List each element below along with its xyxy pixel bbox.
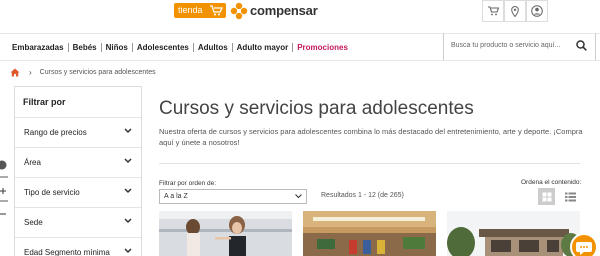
home-icon[interactable] [10, 68, 20, 77]
chevron-down-icon [124, 128, 132, 134]
search-placeholder: Busca tu producto o servicio aquí... [451, 42, 561, 49]
filter-sidebar: Filtrar por Rango de precios Área Tipo d… [14, 86, 142, 256]
grid-view-button[interactable] [538, 188, 555, 205]
list-view-button[interactable] [562, 188, 579, 205]
chat-button[interactable] [570, 233, 598, 256]
page-title: Cursos y servicios para adolescentes [159, 98, 474, 119]
filter-edad-segmento-minima[interactable]: Edad Segmento mínima [15, 237, 141, 256]
filter-label: Edad Segmento mínima [24, 248, 110, 256]
chevron-down-icon [124, 188, 132, 194]
compensar-logo-icon [230, 2, 248, 20]
results-count: Resultados 1 - 12 (de 265) [321, 192, 404, 199]
sort-label: Filtrar por orden de: [159, 180, 217, 187]
divider [159, 163, 580, 164]
list-icon [565, 192, 576, 201]
nav-item-adultos[interactable]: Adultos [194, 43, 233, 52]
filter-label: Tipo de servicio [24, 188, 80, 197]
chat-icon [576, 242, 592, 255]
chevron-down-icon [295, 194, 302, 199]
chevron-down-icon [124, 218, 132, 224]
grid-icon [542, 192, 551, 201]
user-button[interactable] [526, 0, 548, 22]
page-description: Nuestra oferta de cursos y servicios par… [159, 127, 583, 147]
tienda-label: tienda [178, 5, 203, 15]
product-image-library[interactable] [303, 211, 436, 256]
filter-label: Sede [24, 218, 43, 227]
filter-tipo-de-servicio[interactable]: Tipo de servicio [15, 177, 141, 207]
filter-label: Área [24, 158, 41, 167]
cart-button[interactable] [482, 0, 504, 22]
cart-logo-icon [210, 5, 223, 16]
breadcrumb: › Cursos y servicios para adolescentes [10, 68, 156, 77]
sidebar-title: Filtrar por [23, 97, 66, 107]
view-label: Ordena el contenido: [521, 179, 582, 186]
sort-value: A a la Z [164, 193, 188, 200]
breadcrumb-separator: › [29, 68, 32, 77]
filter-area[interactable]: Área [15, 147, 141, 177]
search-icon[interactable] [576, 40, 587, 51]
chevron-down-icon [124, 248, 132, 254]
user-icon [531, 5, 543, 17]
product-image-ballet[interactable] [159, 211, 292, 256]
chevron-down-icon [124, 158, 132, 164]
sort-select[interactable]: A a la Z [159, 189, 307, 204]
nav-item-adolescentes[interactable]: Adolescentes [133, 43, 194, 52]
nav-item-embarazadas[interactable]: Embarazadas [12, 43, 69, 52]
filter-sede[interactable]: Sede [15, 207, 141, 237]
filter-rango-de-precios[interactable]: Rango de precios [15, 117, 141, 147]
nav-item-adulto-mayor[interactable]: Adulto mayor [233, 43, 294, 52]
brand-name[interactable]: compensar [250, 3, 318, 18]
nav-item-promociones[interactable]: Promociones [293, 43, 352, 52]
location-button[interactable] [504, 0, 526, 22]
location-icon [511, 5, 519, 17]
search-input[interactable]: Busca tu producto o servicio aquí... [443, 33, 596, 60]
nav-item-ninos[interactable]: Niños [102, 43, 133, 52]
breadcrumb-current: Cursos y servicios para adolescentes [39, 69, 156, 76]
nav-menu: Embarazadas Bebés Niños Adolescentes Adu… [12, 43, 352, 52]
product-image-building[interactable] [447, 211, 580, 256]
cart-icon [487, 6, 499, 16]
accessibility-widget[interactable] [0, 157, 9, 227]
filter-label: Rango de precios [24, 128, 87, 137]
tienda-logo[interactable]: tienda [174, 3, 226, 18]
nav-item-bebes[interactable]: Bebés [69, 43, 102, 52]
header: tienda compensar [0, 0, 600, 26]
